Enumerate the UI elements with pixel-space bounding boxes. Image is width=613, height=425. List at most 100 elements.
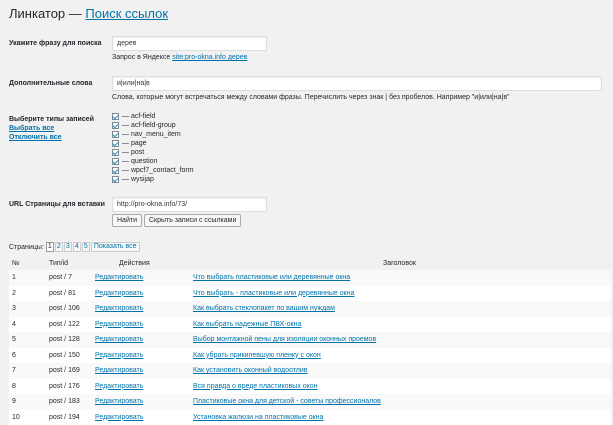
url-actions: НайтиСкрыть записи с ссылками	[112, 214, 605, 227]
checkbox-post[interactable]	[112, 149, 119, 156]
title-link[interactable]: Установка жалюзи на пластиковые окна	[193, 414, 323, 421]
page-1[interactable]: 1	[46, 242, 54, 252]
row-title-cell: Как убрать прикипевшую пленку с окон	[193, 348, 611, 364]
edit-link[interactable]: Редактировать	[95, 336, 143, 343]
col-title: Заголовок	[193, 256, 611, 270]
title-link[interactable]: Вся правда о вреде пластиковых окон	[193, 383, 318, 390]
row-title-cell: Пластиковые окна для детской - советы пр…	[193, 394, 611, 410]
row-title-cell: Что выбрать пластиковые или деревянные о…	[193, 270, 611, 286]
row-title-cell: Вся правда о вреде пластиковых окон	[193, 379, 611, 395]
post-type-label: — page	[122, 140, 147, 147]
row-type: post / 7	[49, 270, 95, 286]
table-row: 9 post / 183 Редактировать Пластиковые о…	[9, 394, 611, 410]
edit-link[interactable]: Редактировать	[95, 274, 143, 281]
phrase-hint-text: Запрос в Яндексе	[112, 54, 172, 61]
edit-link[interactable]: Редактировать	[95, 290, 143, 297]
row-action-cell: Редактировать	[95, 348, 193, 364]
checkbox-acf-field-group[interactable]	[112, 122, 119, 129]
title-link[interactable]: Пластиковые окна для детской - советы пр…	[193, 398, 381, 405]
row-type: post / 106	[49, 301, 95, 317]
page-2[interactable]: 2	[55, 242, 63, 252]
row-action-cell: Редактировать	[95, 410, 193, 425]
page-5[interactable]: 5	[82, 242, 90, 252]
title-link[interactable]: Как убрать прикипевшую пленку с окон	[193, 352, 321, 359]
title-link[interactable]: Что выбрать - пластиковые или деревянные…	[193, 290, 354, 297]
row-type: post / 81	[49, 286, 95, 302]
phrase-hint: Запрос в Яндексе site:pro-okna.info дере…	[112, 53, 605, 62]
title-link[interactable]: Как выбрать надежные ПВХ-окна	[193, 321, 301, 328]
page-4[interactable]: 4	[73, 242, 81, 252]
row-title-cell: Как установить оконный водоотлив	[193, 363, 611, 379]
row-number: 10	[9, 410, 49, 425]
yandex-query-link[interactable]: site:pro-okna.info дерев	[172, 54, 247, 61]
row-number: 3	[9, 301, 49, 317]
row-number: 9	[9, 394, 49, 410]
row-number: 7	[9, 363, 49, 379]
row-title-cell: Что выбрать - пластиковые или деревянные…	[193, 286, 611, 302]
col-type-id: Тип/id	[49, 256, 95, 270]
checkbox-acf-field[interactable]	[112, 113, 119, 120]
post-types-list: — acf-field — acf-field-group — nav_menu…	[112, 111, 605, 184]
row-type: post / 183	[49, 394, 95, 410]
row-title-cell: Выбор монтажной пены для изоляции оконны…	[193, 332, 611, 348]
post-type-label: — question	[122, 158, 157, 165]
page: Линкатор — Поиск ссылок Укажите фразу дл…	[0, 0, 613, 425]
post-types-label-wrap: Выберите типы записей Выбрать все Отключ…	[9, 111, 112, 184]
row-number: 4	[9, 317, 49, 333]
url-label: URL Страницы для вставки	[9, 197, 112, 227]
checkbox-page[interactable]	[112, 140, 119, 147]
table-row: 7 post / 169 Редактировать Как установит…	[9, 363, 611, 379]
show-all-button[interactable]: Показать все	[91, 242, 140, 252]
checkbox-wysijap[interactable]	[112, 176, 119, 183]
phrase-input[interactable]: дерев	[112, 36, 267, 51]
post-type-label: — wysijap	[122, 176, 154, 183]
row-action-cell: Редактировать	[95, 394, 193, 410]
row-type: post / 176	[49, 379, 95, 395]
pagination: Страницы: 1 2 3 4 5 Показать все	[9, 242, 605, 252]
row-title-cell: Как выбрать надежные ПВХ-окна	[193, 317, 611, 333]
deselect-all-link[interactable]: Отключить все	[9, 133, 112, 142]
checkbox-nav-menu-item[interactable]	[112, 131, 119, 138]
row-action-cell: Редактировать	[95, 286, 193, 302]
table-row: 8 post / 176 Редактировать Вся правда о …	[9, 379, 611, 395]
edit-link[interactable]: Редактировать	[95, 383, 143, 390]
post-type-label: — nav_menu_item	[122, 131, 181, 138]
col-actions: Действия	[95, 256, 193, 270]
url-input[interactable]: http://pro-okna.info/73/	[112, 197, 267, 212]
col-number: №	[9, 256, 49, 270]
post-type-wpcf7: — wpcf7_contact_form	[112, 166, 605, 175]
checkbox-question[interactable]	[112, 158, 119, 165]
table-row: 3 post / 106 Редактировать Как выбрать с…	[9, 301, 611, 317]
table-row: 10 post / 194 Редактировать Установка жа…	[9, 410, 611, 425]
hide-linked-button[interactable]: Скрыть записи с ссылками	[144, 214, 241, 227]
extra-words-input[interactable]: и|или|на|в	[112, 76, 602, 91]
row-type: post / 194	[49, 410, 95, 425]
edit-link[interactable]: Редактировать	[95, 367, 143, 374]
post-type-acf-field: — acf-field	[112, 112, 605, 121]
title-link[interactable]: Что выбрать пластиковые или деревянные о…	[193, 274, 350, 281]
phrase-label: Укажите фразу для поиска	[9, 36, 112, 64]
title-link[interactable]: Выбор монтажной пены для изоляции оконны…	[193, 336, 376, 343]
title-link[interactable]: Как выбрать стеклопакет по вашим нуждам	[193, 305, 335, 312]
post-types-row: Выберите типы записей Выбрать все Отключ…	[9, 111, 605, 184]
row-action-cell: Редактировать	[95, 301, 193, 317]
extra-words-row: Дополнительные слова и|или|на|в Слова, к…	[9, 76, 605, 104]
url-field-wrap: http://pro-okna.info/73/ НайтиСкрыть зап…	[112, 197, 605, 227]
edit-link[interactable]: Редактировать	[95, 398, 143, 405]
table-header: № Тип/id Действия Заголовок	[9, 256, 611, 270]
row-action-cell: Редактировать	[95, 270, 193, 286]
extra-words-hint: Слова, которые могут встречаться между с…	[112, 93, 605, 102]
row-number: 1	[9, 270, 49, 286]
edit-link[interactable]: Редактировать	[95, 321, 143, 328]
edit-link[interactable]: Редактировать	[95, 305, 143, 312]
search-links-link[interactable]: Поиск ссылок	[85, 6, 168, 21]
results-table: № Тип/id Действия Заголовок 1 post / 7 Р…	[9, 256, 611, 425]
checkbox-wpcf7[interactable]	[112, 167, 119, 174]
edit-link[interactable]: Редактировать	[95, 352, 143, 359]
title-link[interactable]: Как установить оконный водоотлив	[193, 367, 308, 374]
find-button[interactable]: Найти	[112, 214, 142, 227]
post-type-label: — acf-field-group	[122, 122, 176, 129]
edit-link[interactable]: Редактировать	[95, 414, 143, 421]
select-all-link[interactable]: Выбрать все	[9, 124, 112, 133]
page-3[interactable]: 3	[64, 242, 72, 252]
